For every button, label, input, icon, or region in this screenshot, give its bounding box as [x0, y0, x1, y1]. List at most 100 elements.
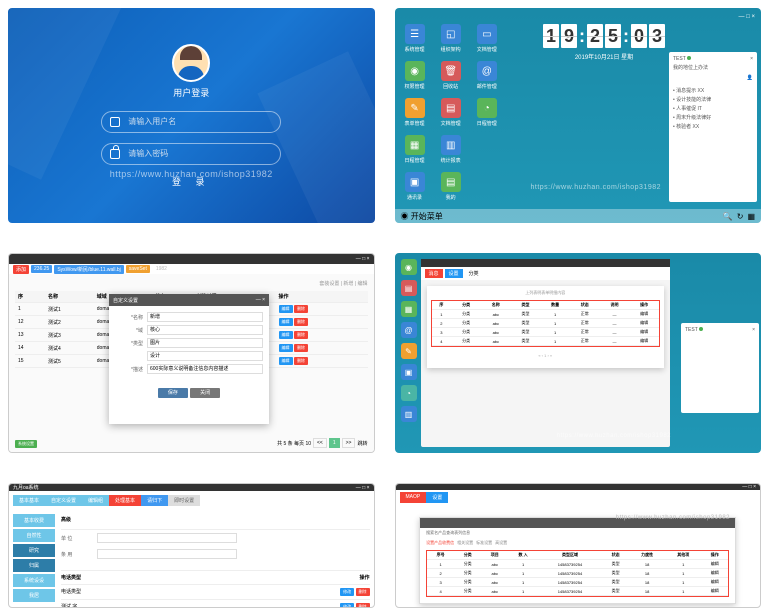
tab[interactable]: 基本基本 — [13, 495, 45, 506]
tab[interactable]: 分类 — [465, 269, 483, 278]
desktop-icon[interactable]: ▦日程管理 — [401, 135, 429, 164]
taskbar[interactable]: ◉ 开始菜单 🔍 ↻ ▦ — [395, 209, 762, 223]
tab[interactable]: 设置产品收费信 — [426, 540, 454, 546]
tag[interactable]: saveSet — [126, 265, 150, 273]
table-row[interactable]: 3分类abc114583739254类型181编辑 — [427, 578, 728, 587]
edit-button[interactable]: 编辑 — [279, 318, 293, 326]
app-icon[interactable]: @ — [401, 322, 417, 338]
close-icon[interactable]: × — [752, 327, 755, 333]
page-next[interactable]: >> — [342, 438, 356, 448]
tab[interactable]: 相关设置 — [457, 540, 473, 546]
app-icon[interactable]: ✎ — [401, 343, 417, 359]
app-icon[interactable]: ▦ — [401, 301, 417, 317]
table-row[interactable]: 1分类abc类型1正常—编辑 — [432, 310, 660, 319]
grid-icon[interactable]: ▦ — [747, 212, 755, 221]
desktop-icon[interactable]: ◉权限管理 — [401, 61, 429, 90]
window-titlebar[interactable]: — □ × — [9, 254, 374, 264]
edit-button[interactable]: 编辑 — [279, 331, 293, 339]
pagination[interactable]: 共 5 条 每页 10 << 1 >> 跳转 — [277, 438, 367, 448]
desktop-icon[interactable]: ◔日程管理 — [473, 98, 501, 127]
edit-button[interactable]: 编辑 — [279, 344, 293, 352]
desktop-icon[interactable]: ✎表单管理 — [401, 98, 429, 127]
nested-pagination[interactable]: « ‹ 1 › » — [431, 347, 661, 364]
tab[interactable]: 自定义设置 — [45, 495, 82, 506]
close-icon[interactable]: × — [750, 56, 753, 62]
page-1[interactable]: 1 — [329, 438, 340, 448]
bottom-tag[interactable]: 系统设置 — [15, 440, 37, 448]
desktop-icon[interactable]: 🗑回收站 — [437, 61, 465, 90]
text-input[interactable]: 图片 — [147, 338, 263, 348]
window-titlebar[interactable]: 九月oa系统— □ × — [9, 484, 374, 491]
delete-button[interactable]: 删除 — [294, 331, 308, 339]
desktop-icon[interactable]: ▣通讯录 — [401, 172, 429, 201]
edit-button[interactable]: 编辑 — [279, 357, 293, 365]
tab[interactable]: 高设置 — [495, 540, 507, 546]
desktop-icon[interactable]: ▤我的 — [437, 172, 465, 201]
desktop-icon[interactable]: ▥统计报表 — [437, 135, 465, 164]
edit-button[interactable]: 编辑 — [279, 305, 293, 313]
table-row[interactable]: 2分类abc114583739254类型181编辑 — [427, 569, 728, 578]
close-icon[interactable]: — × — [256, 297, 265, 303]
tag[interactable]: 添加 — [13, 265, 29, 274]
desktop-icon[interactable]: @邮件管理 — [473, 61, 501, 90]
delete-button[interactable]: 删除 — [294, 357, 308, 365]
edit-button[interactable]: 修改 — [340, 588, 354, 596]
nested-titlebar[interactable] — [421, 259, 671, 267]
login-button[interactable]: 登 录 — [172, 175, 211, 188]
tab[interactable]: 编辑组 — [82, 495, 109, 506]
delete-button[interactable]: 删除 — [356, 588, 370, 596]
edit-button[interactable]: 修改 — [340, 603, 354, 608]
tab[interactable]: 设置 — [445, 269, 463, 278]
desktop-icon[interactable]: ◱组织架构 — [437, 24, 465, 53]
refresh-icon[interactable]: ↻ — [737, 212, 744, 221]
notification-panel[interactable]: TEST × 我的地位上办法 👤 • 消息提示 XX• 设计技能的法律• 人事催… — [669, 52, 757, 202]
table-row[interactable]: 4分类abc类型1正常—编辑 — [432, 337, 660, 346]
delete-button[interactable]: 删除 — [294, 305, 308, 313]
delete-button[interactable]: 删除 — [356, 603, 370, 608]
sidebar-item[interactable]: 研究 — [13, 544, 55, 557]
tab[interactable]: 即时设置 — [168, 495, 200, 506]
sidebar-item[interactable]: 归属 — [13, 559, 55, 572]
app-icon[interactable]: ◉ — [401, 259, 417, 275]
sidebar-item[interactable]: 系统设设 — [13, 574, 55, 587]
tab[interactable]: 消息 — [425, 269, 443, 278]
table-row[interactable]: 3分类abc类型1正常—编辑 — [432, 328, 660, 337]
app-icon[interactable]: ▥ — [401, 406, 417, 422]
tab[interactable]: MAOP — [400, 492, 427, 503]
app-icon[interactable]: ◔ — [401, 385, 417, 401]
table-row[interactable]: 2分类abc类型1正常—编辑 — [432, 319, 660, 328]
tag[interactable]: 236.25 — [31, 265, 52, 273]
tab[interactable]: 处理基本 — [109, 495, 141, 506]
search-icon[interactable]: 🔍 — [723, 212, 733, 221]
tab[interactable]: 请归下 — [141, 495, 168, 506]
text-input[interactable] — [97, 549, 237, 559]
text-input[interactable]: 新增 — [147, 312, 263, 322]
text-input[interactable]: 600实际意义说明备注信息内容描述 — [147, 364, 263, 374]
app-icon[interactable]: ▣ — [401, 364, 417, 380]
table-row[interactable]: 1分类abc114583739254类型181编辑 — [427, 560, 728, 569]
app-icon[interactable]: ▤ — [401, 280, 417, 296]
notification-panel[interactable]: TEST × — [681, 323, 759, 413]
password-input[interactable]: 请输入密码 — [101, 143, 281, 165]
save-button[interactable]: 保存 — [158, 388, 188, 398]
table-row[interactable]: 4分类abc114583739254类型181编辑 — [427, 587, 728, 596]
text-input[interactable]: 设计 — [147, 351, 263, 361]
desktop-icon[interactable]: ☰系统管理 — [401, 24, 429, 53]
delete-button[interactable]: 删除 — [294, 344, 308, 352]
sidebar-item[interactable]: 自然性 — [13, 529, 55, 542]
text-input[interactable]: 核心 — [147, 325, 263, 335]
close-button[interactable]: 关闭 — [190, 388, 220, 398]
tab[interactable]: 标准设置 — [476, 540, 492, 546]
start-icon[interactable]: ◉ — [401, 212, 409, 221]
sidebar-item[interactable]: 我居 — [13, 589, 55, 602]
desktop-icon[interactable]: ▭文档管理 — [473, 24, 501, 53]
username-input[interactable]: 请输入用户名 — [101, 111, 281, 133]
page-prev[interactable]: << — [313, 438, 327, 448]
delete-button[interactable]: 删除 — [294, 318, 308, 326]
desktop-icon[interactable]: ▤文档管理 — [437, 98, 465, 127]
tag[interactable]: SysWow/新民/blue.11.wall.bj — [54, 265, 123, 274]
text-input[interactable] — [97, 533, 237, 543]
sidebar-item[interactable]: 基本收费 — [13, 514, 55, 527]
app-icon: ▣ — [405, 172, 425, 192]
tab[interactable]: 设置 — [426, 492, 448, 503]
